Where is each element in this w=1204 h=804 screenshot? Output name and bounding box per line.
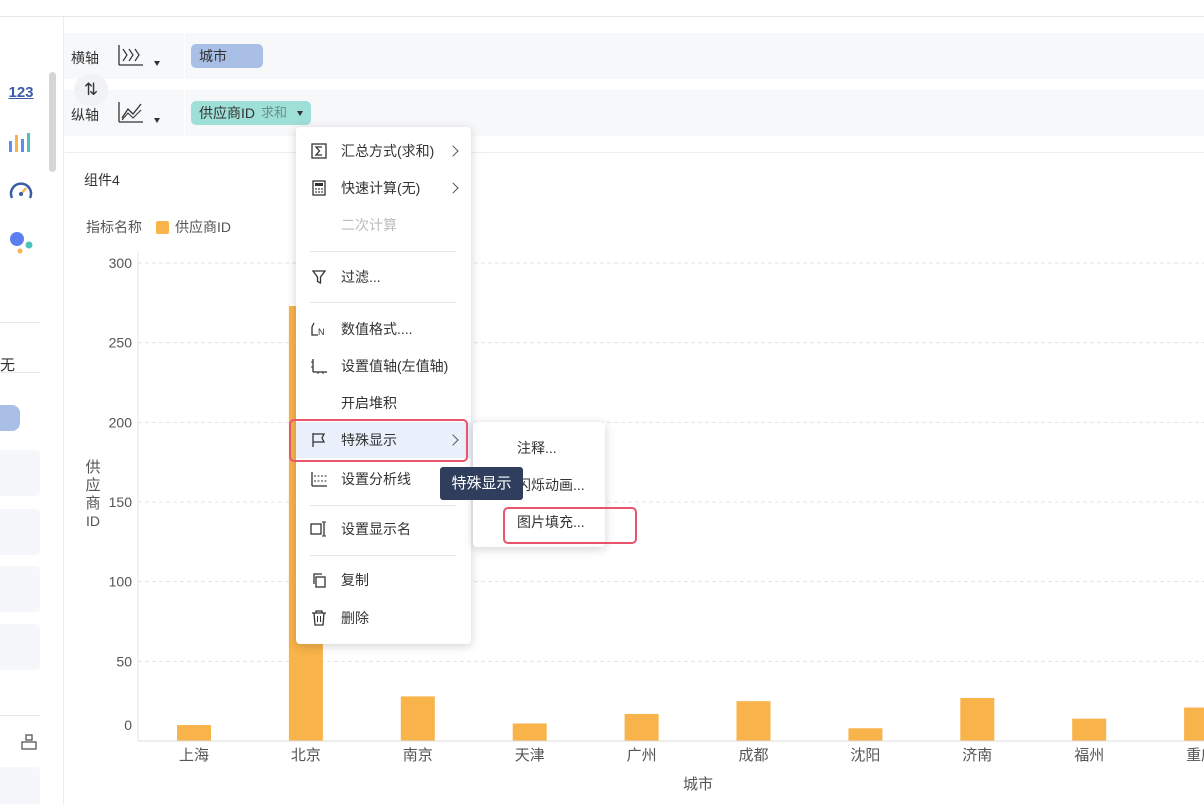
- menu-item-label: 删除: [341, 610, 369, 626]
- swap-axes-button[interactable]: ⇅: [74, 74, 108, 106]
- bar-chart: 050100150200250300 上海北京南京天津广州成都沈阳济南福州重庆 …: [85, 251, 1204, 793]
- x-tick-label: 福州: [1074, 747, 1104, 764]
- menu-item-9[interactable]: 设置显示名: [296, 511, 471, 547]
- x-tick-label: 沈阳: [850, 747, 880, 764]
- bar-6[interactable]: [848, 728, 883, 741]
- menu-item-1[interactable]: 快速计算(无): [296, 170, 471, 206]
- menu-item-2: 二次计算: [296, 207, 471, 243]
- menu-item-label: 数值格式....: [341, 321, 413, 337]
- y-axis-title: 供应商 ID: [85, 459, 100, 529]
- svg-text:N: N: [318, 327, 325, 337]
- y-axis-title-char: 应: [85, 476, 100, 494]
- menu-item-label: 二次计算: [341, 217, 397, 233]
- tooltip: 特殊显示: [440, 467, 523, 500]
- bar-0[interactable]: [177, 725, 211, 741]
- x-tick-label: 济南: [962, 747, 992, 764]
- bar-4[interactable]: [624, 713, 659, 741]
- menu-separator: [310, 505, 456, 506]
- menu-item-label: 设置显示名: [341, 521, 411, 537]
- bar-2[interactable]: [400, 696, 435, 741]
- x-tick-label: 上海: [179, 747, 209, 764]
- menu-item-0[interactable]: 汇总方式(求和): [296, 133, 471, 169]
- menu-item-label: 复制: [341, 572, 369, 588]
- menu-separator: [310, 251, 456, 252]
- y-axis-title-char: 供: [85, 459, 100, 476]
- x-axis-title: 城市: [683, 776, 713, 793]
- menu-item-3[interactable]: 过滤...: [296, 259, 471, 295]
- number-format-icon: N: [310, 320, 328, 338]
- x-tick-label: 成都: [738, 747, 768, 764]
- field-context-menu: 汇总方式(求和) 快速计算(无) 二次计算过滤... N 数值格式.... 设置值轴(左值…: [296, 127, 471, 644]
- y-tick-label: 100: [109, 574, 133, 590]
- y-tick-label: 300: [109, 255, 133, 271]
- copy-icon: [310, 571, 328, 589]
- calculator-icon: [310, 179, 328, 197]
- submenu-item-0[interactable]: 注释...: [473, 430, 605, 466]
- bar-5[interactable]: [736, 701, 771, 741]
- chevron-right-icon: [447, 434, 459, 446]
- x-tick-label: 重庆: [1186, 747, 1204, 764]
- y-axis-title-char: 商: [85, 495, 100, 512]
- trash-icon: [310, 609, 328, 627]
- menu-item-label: 快速计算(无): [341, 180, 421, 196]
- menu-item-11[interactable]: 删除: [296, 600, 471, 636]
- menu-item-5[interactable]: 设置值轴(左值轴): [296, 348, 471, 384]
- sigma-icon: [310, 142, 328, 160]
- menu-separator: [310, 302, 456, 303]
- menu-item-label: 汇总方式(求和): [341, 143, 435, 159]
- x-tick-label: 天津: [515, 747, 545, 764]
- flag-icon: [310, 431, 328, 449]
- value-axis-icon: [310, 357, 328, 375]
- chevron-right-icon: [447, 145, 459, 157]
- menu-item-10[interactable]: 复制: [296, 562, 471, 598]
- x-tick-label: 北京: [291, 747, 321, 764]
- bar-3[interactable]: [512, 723, 547, 741]
- blank-icon: [310, 394, 328, 412]
- submenu-item-2[interactable]: 图片填充...: [473, 504, 605, 540]
- blank-icon: [310, 216, 328, 234]
- y-tick-label: 150: [109, 494, 133, 510]
- y-tick-label: 0: [124, 717, 132, 733]
- swap-icon: ⇅: [83, 80, 99, 99]
- menu-separator: [310, 555, 456, 556]
- rename-icon: [310, 520, 328, 538]
- menu-item-label: 设置值轴(左值轴): [341, 358, 449, 374]
- x-tick-label: 南京: [403, 747, 433, 764]
- menu-item-6[interactable]: 开启堆积: [296, 385, 471, 421]
- chevron-right-icon: [447, 182, 459, 194]
- menu-item-label: 特殊显示: [341, 432, 397, 448]
- menu-item-7[interactable]: 特殊显示: [296, 422, 471, 458]
- menu-item-4[interactable]: N 数值格式....: [296, 311, 471, 347]
- bar-9[interactable]: [1184, 707, 1204, 741]
- y-axis-title-char: ID: [86, 513, 100, 529]
- menu-item-label: 过滤...: [341, 269, 381, 285]
- menu-item-label: 开启堆积: [341, 395, 397, 411]
- x-tick-label: 广州: [627, 747, 657, 764]
- analysis-line-icon: [310, 470, 328, 488]
- bar-7[interactable]: [960, 697, 995, 741]
- bar-8[interactable]: [1072, 718, 1107, 741]
- y-tick-label: 50: [116, 653, 132, 669]
- y-tick-label: 250: [109, 335, 133, 351]
- filter-icon: [310, 268, 328, 286]
- y-tick-label: 200: [109, 414, 133, 430]
